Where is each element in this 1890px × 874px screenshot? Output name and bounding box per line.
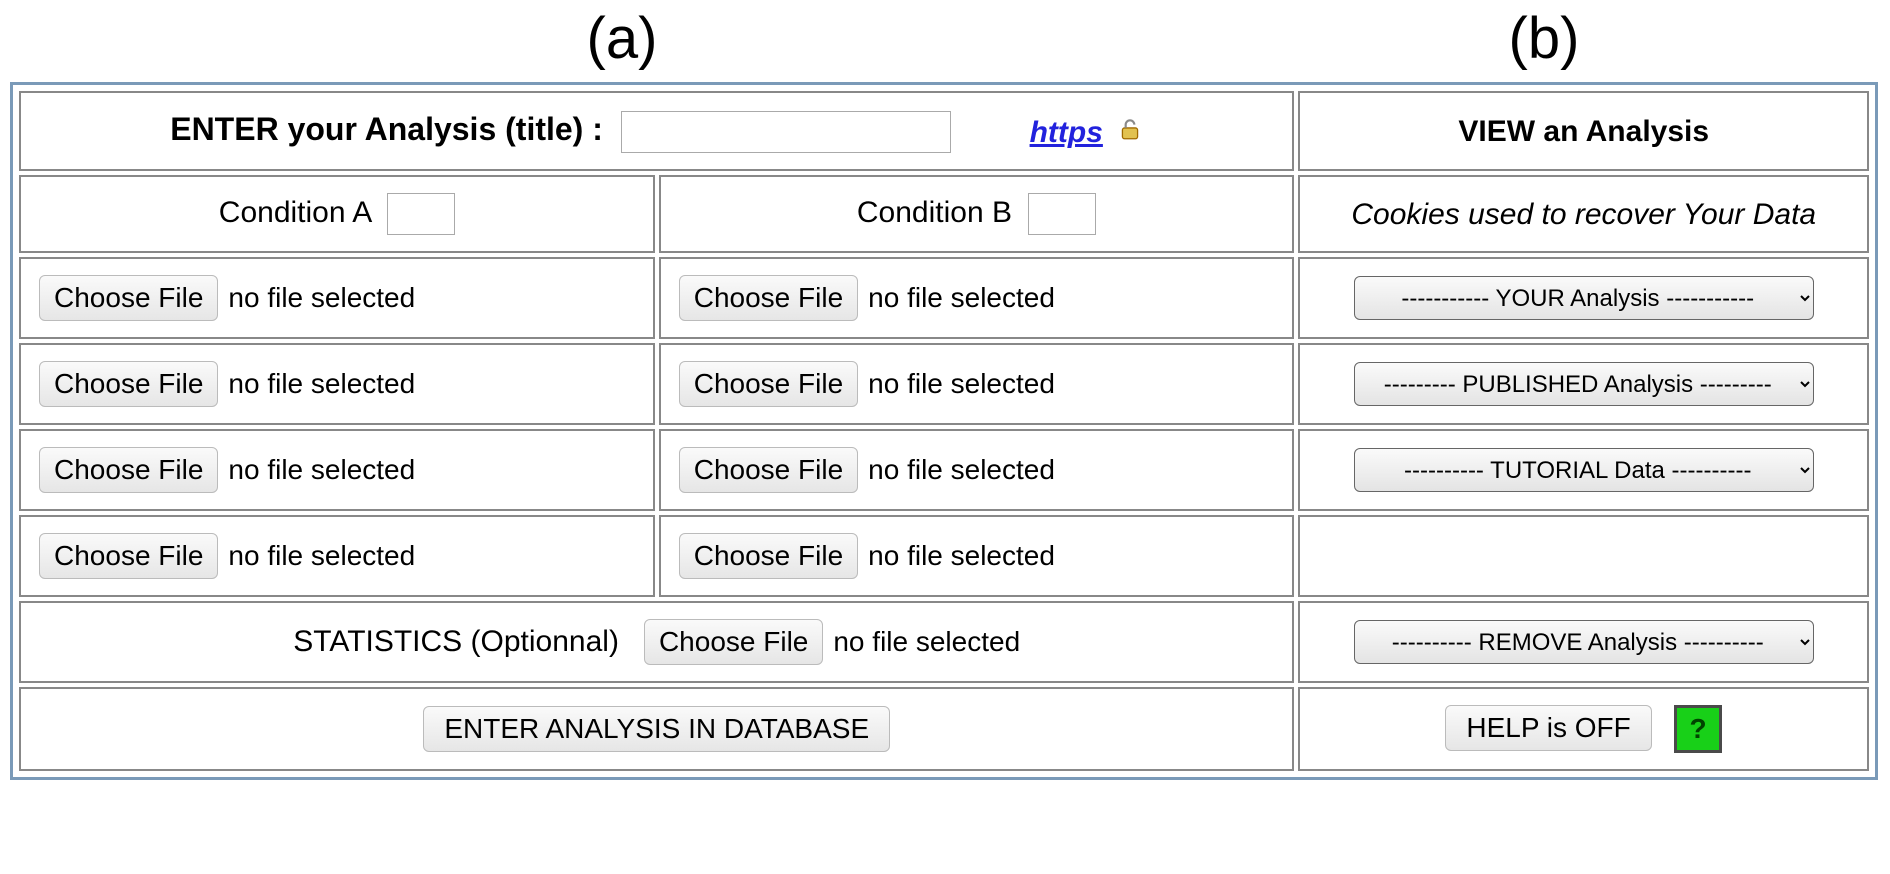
lock-open-icon bbox=[1117, 113, 1143, 152]
file-a4-cell: Choose File no file selected bbox=[19, 515, 655, 597]
choose-file-a4-button[interactable]: Choose File bbox=[39, 533, 218, 579]
choose-file-b4-button[interactable]: Choose File bbox=[679, 533, 858, 579]
your-analysis-cell: ----------- YOUR Analysis ----------- bbox=[1298, 257, 1869, 339]
main-frame: ENTER your Analysis (title) : https VIEW… bbox=[10, 82, 1878, 780]
file-stats-status: no file selected bbox=[833, 624, 1020, 660]
help-question-button[interactable]: ? bbox=[1674, 705, 1722, 753]
tutorial-data-select[interactable]: ---------- TUTORIAL Data ---------- bbox=[1354, 448, 1814, 492]
published-analysis-cell: --------- PUBLISHED Analysis --------- bbox=[1298, 343, 1869, 425]
condition-a-cell: Condition A bbox=[19, 175, 655, 253]
tutorial-data-cell: ---------- TUTORIAL Data ---------- bbox=[1298, 429, 1869, 511]
file-a2-cell: Choose File no file selected bbox=[19, 343, 655, 425]
https-link[interactable]: https bbox=[1030, 116, 1103, 149]
enter-analysis-header-cell: ENTER your Analysis (title) : https bbox=[19, 91, 1294, 171]
file-b2-status: no file selected bbox=[868, 366, 1055, 402]
condition-b-label: Condition B bbox=[857, 196, 1012, 229]
your-analysis-select[interactable]: ----------- YOUR Analysis ----------- bbox=[1354, 276, 1814, 320]
choose-file-a2-button[interactable]: Choose File bbox=[39, 361, 218, 407]
panel-label-b: (b) bbox=[1244, 10, 1844, 68]
panel-labels: (a) (b) bbox=[0, 0, 1890, 82]
choose-file-a1-button[interactable]: Choose File bbox=[39, 275, 218, 321]
layout-table: ENTER your Analysis (title) : https VIEW… bbox=[15, 87, 1873, 775]
condition-b-input[interactable] bbox=[1028, 193, 1096, 235]
published-analysis-select[interactable]: --------- PUBLISHED Analysis --------- bbox=[1354, 362, 1814, 406]
condition-a-input[interactable] bbox=[387, 193, 455, 235]
choose-file-b3-button[interactable]: Choose File bbox=[679, 447, 858, 493]
file-a2-status: no file selected bbox=[228, 366, 415, 402]
analysis-title-input[interactable] bbox=[621, 111, 951, 153]
file-a1-status: no file selected bbox=[228, 280, 415, 316]
remove-analysis-cell: ---------- REMOVE Analysis ---------- bbox=[1298, 601, 1869, 683]
choose-file-b2-button[interactable]: Choose File bbox=[679, 361, 858, 407]
enter-analysis-label: ENTER your Analysis (title) : bbox=[170, 111, 603, 147]
file-a4-status: no file selected bbox=[228, 538, 415, 574]
file-b3-cell: Choose File no file selected bbox=[659, 429, 1295, 511]
file-a3-status: no file selected bbox=[228, 452, 415, 488]
help-cell: HELP is OFF ? bbox=[1298, 687, 1869, 771]
help-toggle-button[interactable]: HELP is OFF bbox=[1445, 705, 1651, 751]
cookie-note-cell: Cookies used to recover Your Data bbox=[1298, 175, 1869, 253]
remove-analysis-select[interactable]: ---------- REMOVE Analysis ---------- bbox=[1354, 620, 1814, 664]
file-b2-cell: Choose File no file selected bbox=[659, 343, 1295, 425]
cookie-note: Cookies used to recover Your Data bbox=[1351, 198, 1816, 231]
choose-file-stats-button[interactable]: Choose File bbox=[644, 619, 823, 665]
enter-db-cell: ENTER ANALYSIS IN DATABASE bbox=[19, 687, 1294, 771]
statistics-label: STATISTICS (Optionnal) bbox=[293, 625, 619, 658]
file-a3-cell: Choose File no file selected bbox=[19, 429, 655, 511]
file-b1-status: no file selected bbox=[868, 280, 1055, 316]
panel-label-a: (a) bbox=[0, 10, 1244, 68]
file-b4-cell: Choose File no file selected bbox=[659, 515, 1295, 597]
file-a1-cell: Choose File no file selected bbox=[19, 257, 655, 339]
choose-file-a3-button[interactable]: Choose File bbox=[39, 447, 218, 493]
empty-cell bbox=[1298, 515, 1869, 597]
enter-analysis-db-button[interactable]: ENTER ANALYSIS IN DATABASE bbox=[423, 706, 890, 752]
view-analysis-label: VIEW an Analysis bbox=[1458, 115, 1709, 148]
choose-file-b1-button[interactable]: Choose File bbox=[679, 275, 858, 321]
file-b1-cell: Choose File no file selected bbox=[659, 257, 1295, 339]
condition-a-label: Condition A bbox=[219, 196, 371, 229]
file-b4-status: no file selected bbox=[868, 538, 1055, 574]
view-analysis-header-cell: VIEW an Analysis bbox=[1298, 91, 1869, 171]
condition-b-cell: Condition B bbox=[659, 175, 1295, 253]
statistics-cell: STATISTICS (Optionnal) Choose File no fi… bbox=[19, 601, 1294, 683]
file-b3-status: no file selected bbox=[868, 452, 1055, 488]
